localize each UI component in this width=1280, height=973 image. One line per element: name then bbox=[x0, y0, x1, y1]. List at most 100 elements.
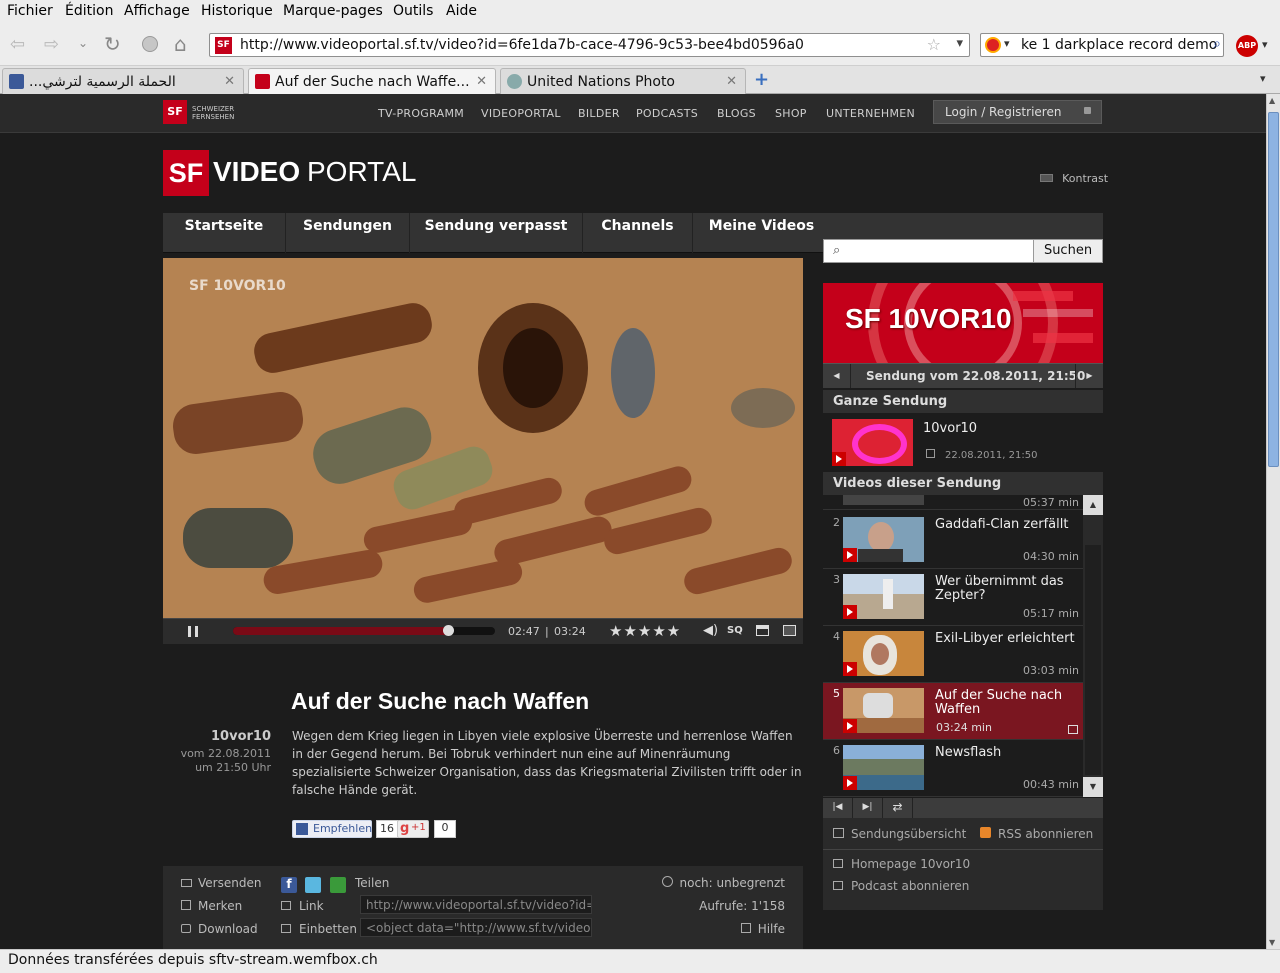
scroll-thumb[interactable] bbox=[1268, 112, 1279, 467]
download-link[interactable]: Download bbox=[181, 922, 258, 936]
progress-bar[interactable] bbox=[233, 625, 495, 636]
versenden-link[interactable]: Versenden bbox=[181, 876, 261, 890]
topnav-bilder[interactable]: BILDER bbox=[578, 107, 620, 120]
scroll-up-icon[interactable]: ▲ bbox=[1083, 495, 1103, 515]
menu-historique[interactable]: Historique bbox=[201, 3, 273, 19]
adblock-dropdown-icon[interactable]: ▾ bbox=[1262, 38, 1268, 51]
nav-sendung-verpasst[interactable]: Sendung verpasst bbox=[410, 213, 583, 253]
forward-icon[interactable]: ⇨ bbox=[44, 34, 59, 55]
videoportal-logo[interactable]: SF VIDEO PORTAL bbox=[163, 150, 423, 196]
volume-icon[interactable]: ◀) bbox=[703, 623, 718, 638]
tab-facebook[interactable]: الحملة الرسمية لترشي... ✕ bbox=[2, 68, 244, 94]
menu-aide[interactable]: Aide bbox=[446, 3, 477, 19]
scroll-up-arrow-icon[interactable]: ▲ bbox=[1269, 96, 1275, 105]
close-tab-icon[interactable]: ✕ bbox=[224, 74, 235, 89]
video-item-6[interactable]: 6 Newsflash 00:43 min bbox=[823, 740, 1083, 797]
share-item-icon[interactable] bbox=[1068, 725, 1078, 734]
history-dropdown-icon[interactable]: ⌄ bbox=[78, 36, 88, 50]
nav-sendungen[interactable]: Sendungen bbox=[286, 213, 410, 253]
scroll-down-arrow-icon[interactable]: ▼ bbox=[1269, 938, 1275, 947]
rss-link[interactable]: RSS abonnieren bbox=[980, 827, 1093, 841]
menu-edition[interactable]: Édition bbox=[65, 3, 113, 19]
tab-list-icon[interactable]: ▾ bbox=[1260, 72, 1266, 85]
teilen-label[interactable]: Teilen bbox=[355, 876, 389, 890]
video-item-3[interactable]: 3 Wer übernimmt das Zepter? 05:17 min bbox=[823, 569, 1083, 626]
close-tab-icon[interactable]: ✕ bbox=[476, 74, 487, 89]
menu-marque-pages[interactable]: Marque-pages bbox=[283, 3, 383, 19]
search-engine-icon[interactable] bbox=[985, 37, 1001, 53]
list-scrollbar[interactable]: ▲ ▼ bbox=[1083, 495, 1103, 797]
quality-toggle[interactable]: SQ bbox=[727, 625, 743, 636]
bookmark-star-icon[interactable]: ☆ bbox=[927, 35, 941, 54]
full-episode-item[interactable]: 10vor10 22.08.2011, 21:50 bbox=[823, 413, 1103, 470]
sendungsuebersicht-link[interactable]: Sendungsübersicht bbox=[833, 827, 966, 841]
ganze-sendung-header: Ganze Sendung bbox=[823, 390, 1103, 413]
kontrast-toggle[interactable]: Kontrast bbox=[1040, 167, 1108, 186]
merken-link[interactable]: Merken bbox=[181, 899, 242, 913]
embed-code-field[interactable] bbox=[360, 918, 592, 937]
pause-icon[interactable] bbox=[188, 626, 198, 637]
topnav-unternehmen[interactable]: UNTERNEHMEN bbox=[826, 107, 915, 120]
podcast-link[interactable]: Podcast abonnieren bbox=[833, 879, 969, 893]
stop-icon[interactable] bbox=[142, 36, 158, 52]
menu-affichage[interactable]: Affichage bbox=[124, 3, 190, 19]
search-engine-field[interactable]: ▾ ke 1 darkplace record demo ⌕ bbox=[980, 33, 1224, 57]
topnav-blogs[interactable]: BLOGS bbox=[717, 107, 756, 120]
podcast-label: Podcast abonnieren bbox=[851, 879, 970, 893]
scroll-thumb[interactable] bbox=[1085, 545, 1101, 775]
home-icon[interactable]: ⌂ bbox=[174, 32, 187, 56]
topnav-tv-programm[interactable]: TV-PROGRAMM bbox=[378, 107, 464, 120]
prev-sendung-icon[interactable]: ◀ bbox=[823, 364, 851, 388]
sf-small-logo[interactable]: SF SCHWEIZER FERNSEHEN bbox=[163, 100, 243, 126]
first-item-icon[interactable]: |◀ bbox=[823, 798, 853, 818]
video-player[interactable]: SF 10VOR10 bbox=[163, 258, 803, 618]
next-item-icon[interactable]: ▶| bbox=[853, 798, 883, 818]
help-link[interactable]: Hilfe bbox=[740, 922, 785, 936]
show-banner[interactable]: SF 10VOR10 bbox=[823, 283, 1103, 363]
topnav-videoportal[interactable]: VIDEOPORTAL bbox=[481, 107, 561, 120]
page-scrollbar[interactable]: ▲ ▼ bbox=[1266, 94, 1280, 949]
site-search-input[interactable] bbox=[850, 242, 1030, 260]
url-dropdown-icon[interactable]: ▾ bbox=[956, 36, 963, 51]
sendung-label: Sendung vom 22.08.2011, 21:50 bbox=[866, 369, 1086, 383]
search-button[interactable]: Suchen bbox=[1033, 239, 1103, 263]
thumb-person bbox=[863, 693, 893, 718]
menu-fichier[interactable]: Fichier bbox=[7, 3, 53, 19]
video-item-5-active[interactable]: 5 Auf der Suche nach Waffen 03:24 min bbox=[823, 683, 1083, 740]
scroll-down-icon[interactable]: ▼ bbox=[1083, 777, 1103, 797]
url-field[interactable]: SF http://www.videoportal.sf.tv/video?id… bbox=[209, 33, 970, 57]
adblock-icon[interactable]: ABP bbox=[1236, 35, 1258, 57]
partial-list-item[interactable]: 05:37 min bbox=[823, 495, 1083, 510]
homepage-link[interactable]: Homepage 10vor10 bbox=[833, 857, 970, 871]
menu-outils[interactable]: Outils bbox=[393, 3, 433, 19]
fullscreen-icon[interactable] bbox=[783, 625, 796, 636]
topnav-shop[interactable]: SHOP bbox=[775, 107, 807, 120]
google-plus-button[interactable]: g +1 bbox=[397, 820, 429, 838]
nav-startseite[interactable]: Startseite bbox=[163, 213, 286, 253]
tab-videoportal[interactable]: Auf der Suche nach Waffe... ✕ bbox=[248, 68, 496, 95]
search-engine-dropdown-icon[interactable]: ▾ bbox=[1004, 37, 1010, 50]
repeat-icon[interactable]: ⇄ bbox=[883, 798, 913, 818]
back-icon[interactable]: ⇦ bbox=[10, 34, 25, 55]
rating-stars[interactable]: ★★★★★ bbox=[609, 622, 681, 640]
twitter-share-icon[interactable] bbox=[305, 877, 321, 893]
share-icon[interactable] bbox=[330, 877, 346, 893]
reload-icon[interactable]: ↻ bbox=[104, 32, 121, 56]
progress-knob[interactable] bbox=[442, 625, 454, 636]
topnav-podcasts[interactable]: PODCASTS bbox=[636, 107, 698, 120]
facebook-like-button[interactable]: Empfehlen bbox=[292, 820, 372, 838]
nav-channels[interactable]: Channels bbox=[583, 213, 693, 253]
magnifier-icon[interactable]: ⌕ bbox=[1213, 36, 1221, 52]
next-sendung-icon[interactable]: ▶ bbox=[1075, 364, 1103, 388]
login-button[interactable]: Login / Registrieren bbox=[933, 100, 1102, 124]
article-show[interactable]: 10vor10 bbox=[163, 729, 271, 744]
new-tab-icon[interactable]: + bbox=[754, 69, 769, 90]
nav-meine-videos[interactable]: Meine Videos bbox=[693, 213, 830, 253]
video-item-4[interactable]: 4 Exil-Libyer erleichtert 03:03 min bbox=[823, 626, 1083, 683]
link-url-field[interactable] bbox=[360, 895, 592, 914]
tab-un-photo[interactable]: United Nations Photo ✕ bbox=[500, 68, 746, 94]
video-item-2[interactable]: 2 Gaddafi-Clan zerfällt 04:30 min bbox=[823, 512, 1083, 569]
close-tab-icon[interactable]: ✕ bbox=[726, 74, 737, 89]
wide-mode-icon[interactable] bbox=[756, 625, 769, 636]
facebook-share-icon[interactable]: f bbox=[281, 877, 297, 893]
